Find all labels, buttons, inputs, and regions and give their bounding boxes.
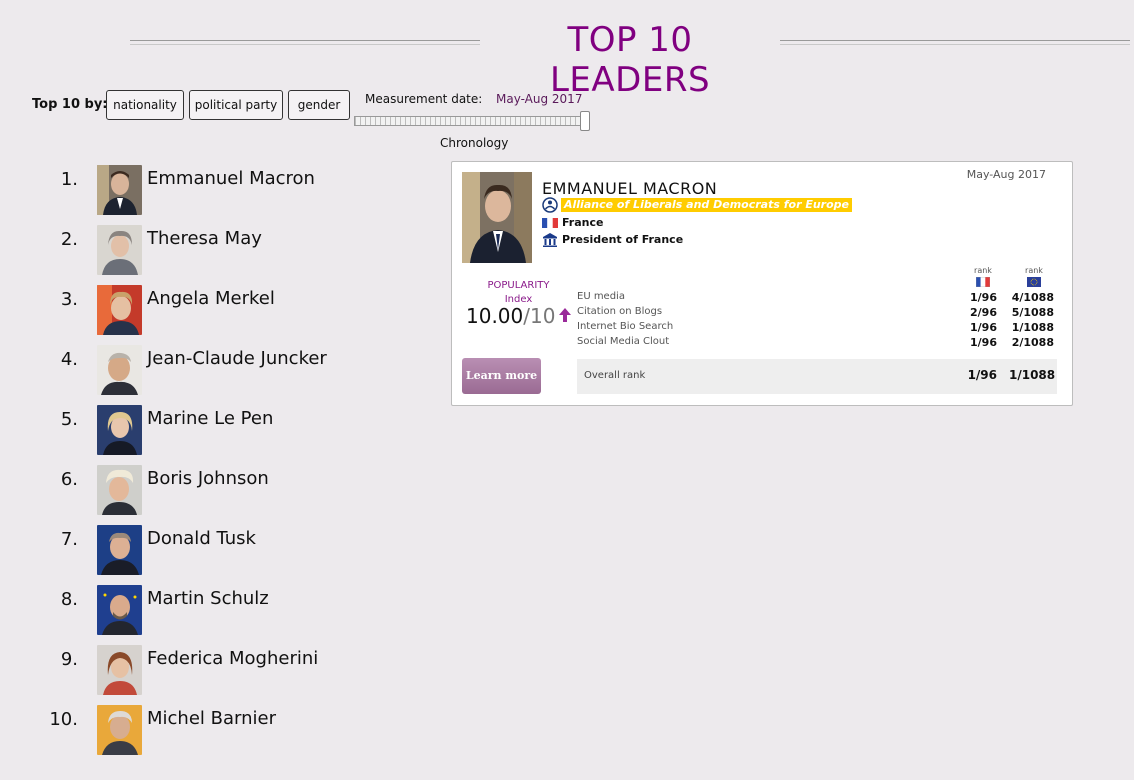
leader-item[interactable]: 10. Michel Barnier [40, 705, 420, 755]
popularity-score: 10.00 [466, 304, 524, 328]
leader-name[interactable]: Theresa May [147, 228, 262, 249]
learn-more-button[interactable]: Learn more [462, 358, 541, 394]
leader-item[interactable]: 9. Federica Mogherini [40, 645, 420, 695]
slider-track[interactable] [354, 116, 582, 126]
profile-photo [462, 172, 532, 263]
metric-rank-country: 1/96 [970, 321, 997, 334]
leader-item[interactable]: 4. Jean-Claude Juncker [40, 345, 420, 395]
rank-header-eu: rank [1025, 266, 1043, 275]
title-divider-left [130, 40, 480, 45]
leader-rank: 9. [60, 649, 78, 670]
government-building-icon [543, 233, 557, 247]
metric-label: EU media [577, 291, 625, 302]
metric-row: Social Media Clout 1/96 2/1088 [577, 336, 1057, 351]
trend-up-arrow-icon [559, 308, 571, 322]
filter-nationality-button[interactable]: nationality [106, 90, 184, 120]
leader-photo[interactable] [97, 645, 142, 695]
leader-rank: 4. [60, 349, 78, 370]
overall-rank-row: Overall rank 1/96 1/1088 [577, 359, 1057, 394]
leader-rank: 8. [60, 589, 78, 610]
leader-rank: 1. [60, 169, 78, 190]
profile-party[interactable]: Alliance of Liberals and Democrats for E… [561, 198, 853, 212]
chronology-slider[interactable] [354, 111, 590, 131]
metric-label: Citation on Blogs [577, 306, 663, 317]
profile-country-row: France [542, 215, 742, 232]
leader-photo[interactable] [97, 225, 142, 275]
metric-rank-country: 2/96 [970, 306, 997, 319]
leader-name[interactable]: Marine Le Pen [147, 408, 273, 429]
france-flag-icon [976, 277, 990, 287]
profile-name: EMMANUEL MACRON [542, 179, 718, 198]
rank-header-country: rank [974, 266, 992, 275]
metric-rank-country: 1/96 [970, 291, 997, 304]
leader-item[interactable]: 6. Boris Johnson [40, 465, 420, 515]
overall-rank-eu: 1/1088 [1009, 368, 1056, 382]
metric-row: Citation on Blogs 2/96 5/1088 [577, 306, 1057, 321]
profile-date: May-Aug 2017 [966, 168, 1046, 181]
leader-item[interactable]: 5. Marine Le Pen [40, 405, 420, 455]
leader-item[interactable]: 2. Theresa May [40, 225, 420, 275]
metric-rank-eu: 5/1088 [1011, 306, 1054, 319]
profile-position: President of France [562, 233, 684, 246]
metric-rank-country: 1/96 [970, 336, 997, 349]
leader-item[interactable]: 7. Donald Tusk [40, 525, 420, 575]
leader-photo[interactable] [97, 345, 142, 395]
metric-label: Internet Bio Search [577, 321, 674, 332]
overall-rank-label: Overall rank [584, 370, 646, 381]
leader-profile-card: May-Aug 2017 EMMANUEL MACRON Alliance of… [451, 161, 1073, 406]
leader-rank: 10. [49, 709, 78, 730]
measurement-date-label: Measurement date: [365, 92, 483, 106]
leader-name[interactable]: Jean-Claude Juncker [147, 348, 327, 369]
leader-photo[interactable] [97, 465, 142, 515]
metric-label: Social Media Clout [577, 336, 670, 347]
leader-photo[interactable] [97, 525, 142, 575]
leader-name[interactable]: Michel Barnier [147, 708, 276, 729]
title-divider-right [780, 40, 1130, 45]
measurement-date-value: May-Aug 2017 [496, 92, 583, 106]
chronology-label: Chronology [440, 136, 509, 150]
popularity-index-value: 10.00/10 [466, 304, 555, 328]
profile-party-row: Alliance of Liberals and Democrats for E… [542, 197, 962, 214]
metric-row: Internet Bio Search 1/96 1/1088 [577, 321, 1057, 336]
leader-name[interactable]: Federica Mogherini [147, 648, 318, 669]
eu-flag-icon [1027, 277, 1041, 287]
leader-item[interactable]: 8. Martin Schulz [40, 585, 420, 635]
leader-name[interactable]: Angela Merkel [147, 288, 275, 309]
leader-rank: 5. [60, 409, 78, 430]
leader-name[interactable]: Martin Schulz [147, 588, 269, 609]
filter-gender-button[interactable]: gender [288, 90, 350, 120]
leader-rank: 3. [60, 289, 78, 310]
france-flag-icon [542, 218, 558, 228]
party-icon [542, 197, 558, 213]
leader-photo[interactable] [97, 405, 142, 455]
metric-rank-eu: 4/1088 [1011, 291, 1054, 304]
leader-rank: 7. [60, 529, 78, 550]
leader-name[interactable]: Boris Johnson [147, 468, 269, 489]
leader-name[interactable]: Emmanuel Macron [147, 168, 315, 189]
popularity-max: /10 [523, 304, 556, 328]
leader-photo[interactable] [97, 165, 142, 215]
overall-rank-country: 1/96 [967, 368, 997, 382]
page-title: TOP 10 LEADERS [549, 20, 711, 100]
profile-position-row: President of France [542, 232, 742, 249]
leader-item[interactable]: 1. Emmanuel Macron [40, 165, 420, 215]
popularity-label-line1: POPULARITY [487, 280, 550, 291]
filter-political-party-button[interactable]: political party [189, 90, 283, 120]
leader-rank: 2. [60, 229, 78, 250]
leader-photo[interactable] [97, 585, 142, 635]
popularity-index-label: POPULARITY Index [476, 279, 561, 307]
metric-rank-eu: 2/1088 [1011, 336, 1054, 349]
top10-by-label: Top 10 by: [32, 97, 108, 112]
profile-country: France [562, 216, 604, 229]
metric-row: EU media 1/96 4/1088 [577, 291, 1057, 306]
metric-rank-eu: 1/1088 [1011, 321, 1054, 334]
leader-name[interactable]: Donald Tusk [147, 528, 256, 549]
leader-rank: 6. [60, 469, 78, 490]
leader-item[interactable]: 3. Angela Merkel [40, 285, 420, 335]
leader-photo[interactable] [97, 705, 142, 755]
leader-photo[interactable] [97, 285, 142, 335]
page-header: TOP 10 LEADERS [130, 18, 1130, 100]
slider-handle[interactable] [580, 111, 590, 131]
